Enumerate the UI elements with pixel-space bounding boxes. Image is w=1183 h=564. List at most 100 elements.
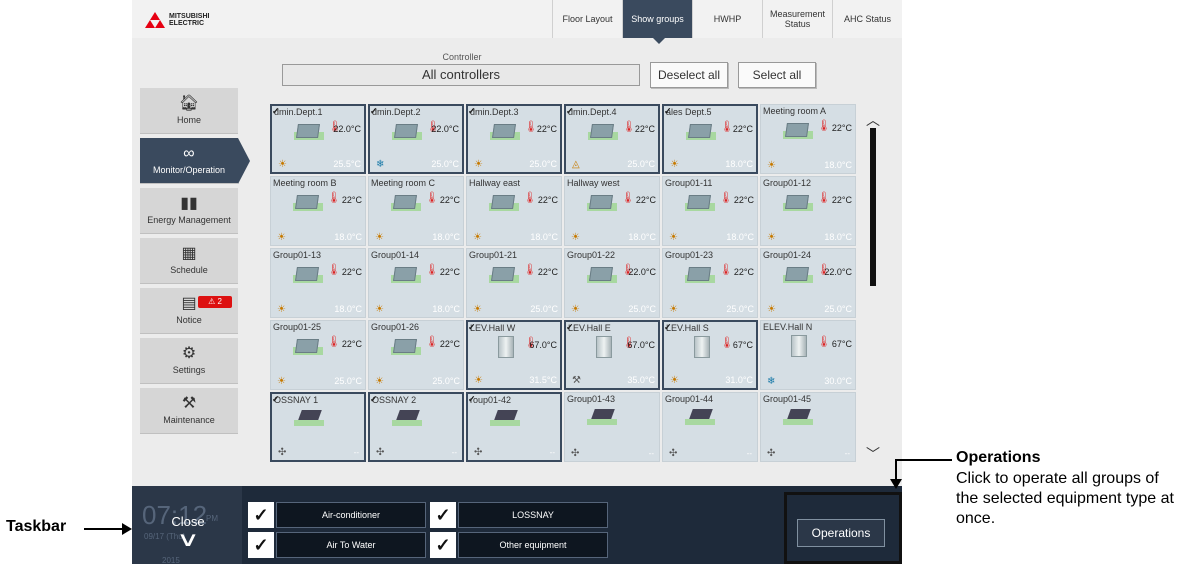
group-cell[interactable]: ELEV.Hall N 🌡︎ 67°C ❄ 30.0°C — [760, 320, 856, 390]
heat-mode-icon: ☀ — [571, 304, 580, 315]
group-cell[interactable]: Group01-14 🌡︎ 22°C ☀ 18.0°C — [368, 248, 464, 318]
sidebar-item-monitor-operation[interactable]: ∞ Monitor/Operation — [140, 138, 250, 184]
room-temperature: 18.0°C — [334, 304, 362, 314]
gear-icon: ⚙ — [181, 345, 197, 362]
group-cell[interactable]: Group01-13 🌡︎ 22°C ☀ 18.0°C — [270, 248, 366, 318]
room-temperature: 18.0°C — [725, 159, 753, 169]
air-conditioner-icon — [685, 263, 715, 283]
group-cell[interactable]: Meeting room A 🌡︎ 22°C ☀ 18.0°C — [760, 104, 856, 174]
lossnay-unit-icon — [294, 408, 324, 428]
group-name: Group01-23 — [665, 250, 714, 260]
group-cell[interactable]: ✓ roup01-42 ✣ -- — [466, 392, 562, 462]
lossnay-unit-icon — [685, 407, 715, 427]
group-cell[interactable]: Group01-26 🌡︎ 22°C ☀ 25.0°C — [368, 320, 464, 390]
group-name: ELEV.Hall N — [763, 322, 813, 332]
thermometer-icon: 🌡︎ — [524, 121, 538, 133]
scroll-down-chevron-icon[interactable]: ﹀ — [864, 444, 882, 462]
group-name: Meeting room C — [371, 178, 436, 188]
group-cell[interactable]: Meeting room C 🌡︎ 22°C ☀ 18.0°C — [368, 176, 464, 246]
air-conditioner-icon — [783, 119, 813, 139]
air-conditioner-icon — [391, 263, 421, 283]
sidebar-item-label: Monitor/Operation — [152, 165, 226, 175]
group-cell[interactable]: ✓ OSSNAY 1 ✣ -- — [270, 392, 366, 462]
group-name: dmin.Dept.4 — [568, 107, 617, 117]
water-tank-icon — [791, 335, 807, 357]
lossnay-unit-icon — [392, 408, 422, 428]
group-cell[interactable]: Group01-43 ✣ -- — [564, 392, 660, 462]
thermometer-icon: 🌡︎ — [621, 192, 635, 204]
sidebar-item-maintenance[interactable]: ⚒ Maintenance — [140, 388, 238, 434]
tab-hwhp[interactable]: HWHP — [692, 0, 762, 38]
sidebar-item-label: Notice — [176, 315, 202, 325]
group-name: dmin.Dept.2 — [372, 107, 421, 117]
group-cell[interactable]: Hallway west 🌡︎ 22°C ☀ 18.0°C — [564, 176, 660, 246]
diamond-logo-icon — [144, 12, 166, 28]
room-temperature: 25.0°C — [431, 159, 459, 169]
select-all-button[interactable]: Select all — [738, 62, 816, 88]
group-cell[interactable]: Meeting room B 🌡︎ 22°C ☀ 18.0°C — [270, 176, 366, 246]
room-temperature: 35.0°C — [627, 375, 655, 385]
group-cell[interactable]: Group01-24 🌡︎ 22.0°C ☀ 25.0°C — [760, 248, 856, 318]
group-cell[interactable]: ✓ dmin.Dept.4 🌡︎ 22°C ◬ 25.0°C — [564, 104, 660, 174]
group-cell[interactable]: Hallway east 🌡︎ 22°C ☀ 18.0°C — [466, 176, 562, 246]
deselect-all-button[interactable]: Deselect all — [650, 62, 728, 88]
heat-mode-icon: ☀ — [473, 232, 482, 243]
close-label: Close — [171, 514, 205, 529]
room-temperature: 18.0°C — [628, 232, 656, 242]
group-cell[interactable]: Group01-11 🌡︎ 22°C ☀ 18.0°C — [662, 176, 758, 246]
group-name: dmin.Dept.1 — [274, 107, 323, 117]
fan-mode-icon: ✣ — [571, 448, 580, 459]
group-cell[interactable]: ✓ dmin.Dept.3 🌡︎ 22°C ☀ 25.0°C — [466, 104, 562, 174]
group-name: Group01-13 — [273, 250, 322, 260]
tools-icon: ⚒ — [181, 395, 197, 412]
operations-button[interactable]: Operations — [797, 519, 885, 547]
room-temperature: -- — [451, 448, 457, 457]
set-temperature: 22°C — [831, 195, 852, 205]
group-cell[interactable]: ✓ LEV.Hall S 🌡︎ 67°C ☀ 31.0°C — [662, 320, 758, 390]
set-temperature: 22°C — [341, 195, 362, 205]
sidebar-item-settings[interactable]: ⚙ Settings — [140, 338, 238, 384]
thermometer-icon: 🌡︎ — [523, 192, 537, 204]
group-name: Group01-21 — [469, 250, 518, 260]
sidebar-item-home[interactable]: 🏠︎ Home — [140, 88, 238, 134]
sidebar-item-energy-management[interactable]: ▮▮ Energy Management — [140, 188, 238, 234]
group-cell[interactable]: Group01-12 🌡︎ 22°C ☀ 18.0°C — [760, 176, 856, 246]
set-temperature: 22.0°C — [431, 124, 459, 134]
group-cell[interactable]: ✓ ales Dept.5 🌡︎ 22°C ☀ 18.0°C — [662, 104, 758, 174]
set-temperature: 67.0°C — [627, 340, 655, 350]
group-cell[interactable]: Group01-21 🌡︎ 22°C ☀ 25.0°C — [466, 248, 562, 318]
group-cell[interactable]: Group01-45 ✣ -- — [760, 392, 856, 462]
sidebar-item-label: Schedule — [170, 265, 208, 275]
group-cell[interactable]: Group01-44 ✣ -- — [662, 392, 758, 462]
chevron-down-icon: ∨ — [176, 529, 200, 551]
defrost-mode-icon: ⚒ — [572, 375, 581, 386]
air-conditioner-icon — [293, 191, 323, 211]
app-screen: MITSUBISHI ELECTRIC Floor Layout Show grou… — [132, 0, 902, 564]
tab-measurement-status[interactable]: Measurement Status — [762, 0, 832, 38]
fan-mode-icon: ✣ — [474, 447, 483, 458]
group-cell[interactable]: ✓ dmin.Dept.2 🌡︎ 22.0°C ❄ 25.0°C — [368, 104, 464, 174]
tab-show-groups[interactable]: Show groups — [622, 0, 692, 44]
scrollbar-thumb[interactable] — [870, 128, 876, 286]
group-cell[interactable]: Group01-22 🌡︎ 22.0°C ☀ 25.0°C — [564, 248, 660, 318]
close-button[interactable]: Close ∨ — [168, 514, 208, 550]
group-cell[interactable]: ✓ dmin.Dept.1 🌡︎ 22.0°C ☀ 25.5°C — [270, 104, 366, 174]
tab-floor-layout[interactable]: Floor Layout — [552, 0, 622, 38]
dry-mode-icon: ◬ — [572, 159, 580, 170]
logo-text-line1: MITSUBISHI — [169, 13, 210, 20]
heat-mode-icon: ☀ — [375, 376, 384, 387]
group-cell[interactable]: ✓ LEV.Hall W 🌡︎ 67.0°C ☀ 31.5°C — [466, 320, 562, 390]
tab-ahc-status[interactable]: AHC Status — [832, 0, 902, 38]
group-grid: ✓ dmin.Dept.1 🌡︎ 22.0°C ☀ 25.5°C ✓ dmin.Dept.2 🌡… — [270, 104, 864, 464]
group-name: Meeting room B — [273, 178, 337, 188]
controller-select[interactable]: All controllers — [282, 64, 640, 86]
group-cell[interactable]: ✓ OSSNAY 2 ✣ -- — [368, 392, 464, 462]
scroll-up-chevron-icon[interactable]: ︿ — [864, 110, 882, 128]
sidebar-item-notice[interactable]: ▤ Notice ⚠ 2 — [140, 288, 238, 334]
sidebar-item-schedule[interactable]: ▦ Schedule — [140, 238, 238, 284]
group-cell[interactable]: Group01-25 🌡︎ 22°C ☀ 25.0°C — [270, 320, 366, 390]
group-cell[interactable]: Group01-23 🌡︎ 22°C ☀ 25.0°C — [662, 248, 758, 318]
group-cell[interactable]: ✓ LEV.Hall E 🌡︎ 67.0°C ⚒ 35.0°C — [564, 320, 660, 390]
water-tank-icon — [498, 336, 514, 358]
thermometer-icon: 🌡︎ — [425, 192, 439, 204]
